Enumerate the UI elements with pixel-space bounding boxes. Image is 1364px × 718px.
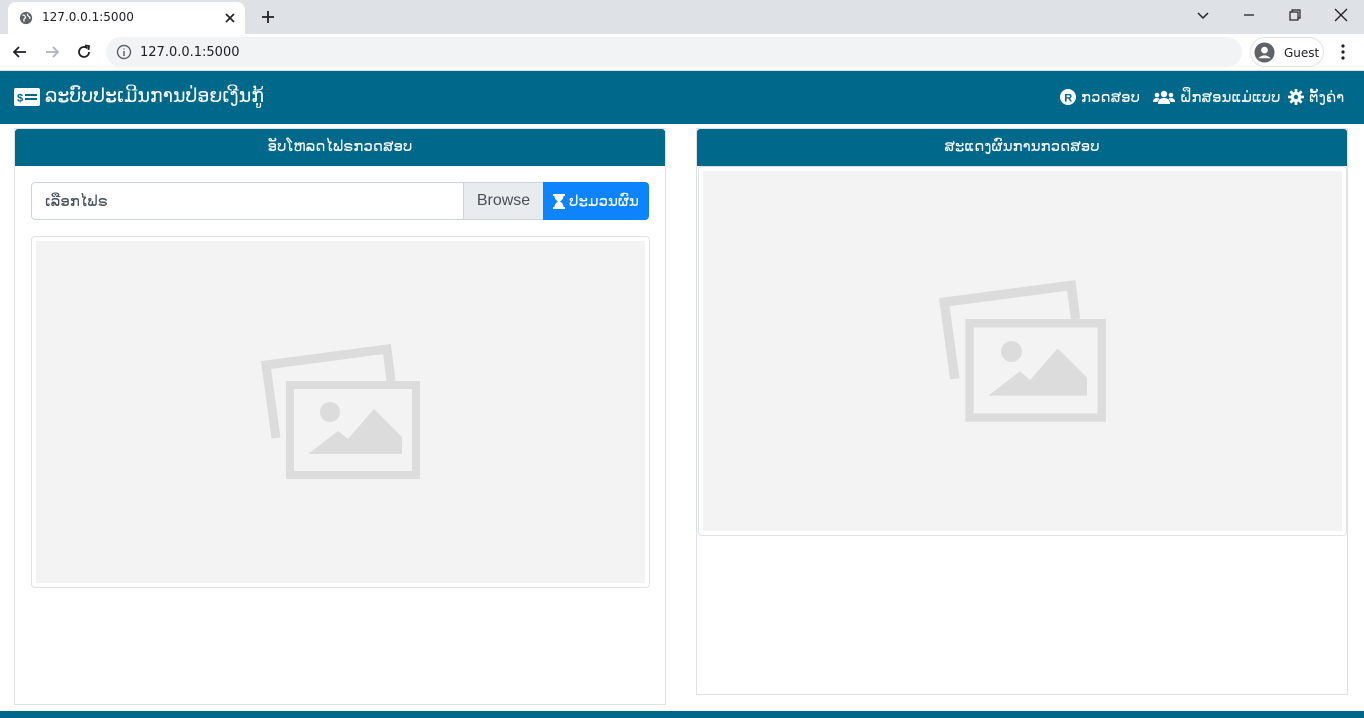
users-icon xyxy=(1153,90,1175,104)
predict-button[interactable]: ປະມວນຜົນ xyxy=(543,182,649,220)
result-panel-title: ສະແດງຜົນການກວດສອບ xyxy=(697,129,1347,166)
result-preview-frame xyxy=(698,166,1347,536)
app-navbar: $ ລະບົບປະເມີນການປ່ອຍເງີນກູ້ R ກວດສອບ ຝຶກ… xyxy=(0,71,1364,124)
upload-preview-frame xyxy=(31,236,650,588)
address-bar[interactable]: 127.0.0.1:5000 xyxy=(106,37,1242,67)
nav-item-check[interactable]: R ກວດສອບ xyxy=(1060,87,1140,107)
money-card-icon: $ xyxy=(14,88,40,106)
image-placeholder-icon xyxy=(938,279,1106,422)
browser-tab[interactable]: 127.0.0.1:5000 xyxy=(8,2,245,34)
avatar-icon xyxy=(1254,42,1275,63)
nav-item-train-model[interactable]: ຝຶກສອນແມ່ແບບ xyxy=(1153,87,1280,107)
registered-icon: R xyxy=(1060,89,1076,105)
hourglass-icon xyxy=(553,193,566,209)
app-brand[interactable]: ລະບົບປະເມີນການປ່ອຍເງີນກູ້ xyxy=(45,85,264,108)
profile-button[interactable]: Guest xyxy=(1250,37,1324,67)
upload-panel-title: ອັບໂຫລດໄຟຣກວດສອບ xyxy=(15,129,665,166)
predict-button-label: ປະມວນຜົນ xyxy=(569,193,639,210)
nav-item-label: ຝຶກສອນແມ່ແບບ xyxy=(1180,89,1281,106)
site-info-icon[interactable] xyxy=(116,44,132,60)
browse-button[interactable]: Browse xyxy=(463,182,544,220)
back-icon[interactable] xyxy=(10,42,30,62)
image-placeholder-icon xyxy=(260,343,420,479)
url-text: 127.0.0.1:5000 xyxy=(140,45,240,60)
browser-menu-icon[interactable] xyxy=(1334,42,1352,62)
globe-icon xyxy=(19,11,33,25)
nav-item-label: ກວດສອບ xyxy=(1081,89,1140,106)
browser-toolbar: 127.0.0.1:5000 Guest xyxy=(0,34,1364,71)
nav-item-settings[interactable]: ຕັ້ງຄ່າ xyxy=(1288,87,1344,107)
nav-item-label: ຕັ້ງຄ່າ xyxy=(1309,89,1345,106)
tab-title: 127.0.0.1:5000 xyxy=(42,10,134,24)
svg-text:R: R xyxy=(1064,92,1072,104)
upload-preview xyxy=(36,241,645,583)
file-input-placeholder: ເລືອກໄຟຣ xyxy=(45,193,108,210)
profile-label: Guest xyxy=(1284,46,1320,60)
result-panel: ສະແດງຜົນການກວດສອບ xyxy=(696,128,1348,695)
new-tab-icon[interactable] xyxy=(258,7,278,27)
svg-text:$: $ xyxy=(17,93,23,105)
browser-tabstrip: 127.0.0.1:5000 xyxy=(0,0,1364,34)
forward-icon[interactable] xyxy=(42,42,62,62)
file-input[interactable]: ເລືອກໄຟຣ xyxy=(31,182,464,220)
reload-icon[interactable] xyxy=(74,42,94,62)
footer-bar xyxy=(0,711,1364,718)
minimize-icon[interactable] xyxy=(1240,6,1258,24)
result-preview xyxy=(703,171,1342,531)
gear-icon xyxy=(1288,89,1304,105)
tab-search-icon[interactable] xyxy=(1194,6,1212,24)
close-window-icon[interactable] xyxy=(1332,6,1350,24)
file-input-group: ເລືອກໄຟຣ Browse ປະມວນຜົນ xyxy=(31,182,650,220)
close-tab-icon[interactable] xyxy=(222,10,238,26)
upload-panel: ອັບໂຫລດໄຟຣກວດສອບ ເລືອກໄຟຣ Browse ປະມວນຜົ… xyxy=(14,128,666,705)
restore-icon[interactable] xyxy=(1286,6,1304,24)
